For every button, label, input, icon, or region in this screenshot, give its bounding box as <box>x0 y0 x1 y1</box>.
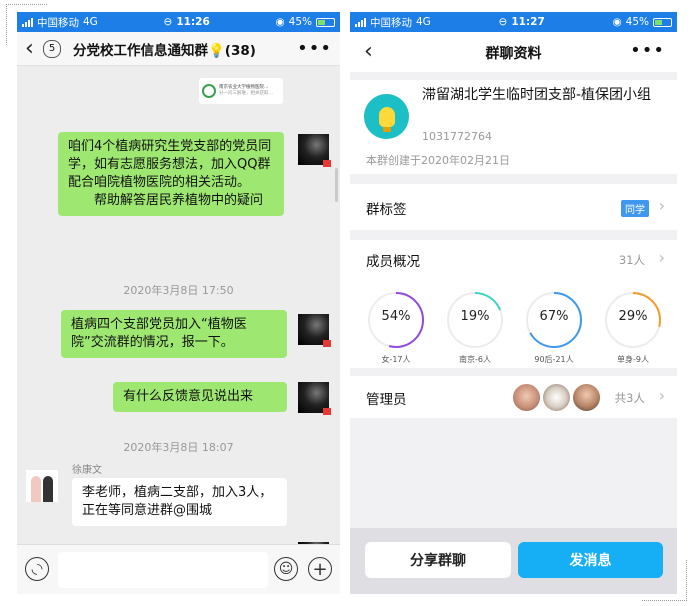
group-info-card[interactable]: 滞留湖北学生临时团支部-植保团小组 1031772764 本群创建于2020年0… <box>350 80 677 174</box>
flag-icon <box>323 160 331 167</box>
group-created-date: 本群创建于2020年02月21日 <box>366 154 510 167</box>
share-group-button[interactable]: 分享群聊 <box>365 542 511 578</box>
stat-ring: 67% 90后-21人 <box>524 290 584 364</box>
tag-chip: 同学 <box>621 200 649 217</box>
scrollbar[interactable] <box>335 168 338 202</box>
avatar[interactable] <box>298 382 331 415</box>
avatar[interactable] <box>26 470 58 502</box>
group-id: 1031772764 <box>422 130 492 143</box>
message-bubble[interactable]: 李老师，植病二支部，加入3人，正在等同意进群@围城 <box>72 478 287 526</box>
stat-percent: 29% <box>618 309 648 324</box>
member-count: 31人 <box>618 253 645 267</box>
more-options-icon[interactable]: ••• <box>297 38 332 59</box>
chat-title: 分党校工作信息通知群💡(38) <box>73 42 256 59</box>
battery-percent: 45% <box>288 16 312 28</box>
stat-ring: 54% 女-17人 <box>366 290 426 364</box>
signal-icon <box>355 17 366 27</box>
link-icon: ⊖ <box>498 16 508 28</box>
group-tags-row[interactable]: 群标签 同学 › <box>350 184 677 230</box>
stat-ring: 19% 南京-6人 <box>445 290 505 364</box>
chevron-right-icon: › <box>658 386 665 405</box>
admin-avatar <box>542 383 571 412</box>
action-bar: 分享群聊 发消息 <box>350 528 677 594</box>
status-bar: 中国移动 4G ⊖ 11:26 ◉ 45% <box>17 12 340 32</box>
network-type: 4G <box>416 16 431 28</box>
stat-caption: 女-17人 <box>381 355 411 364</box>
admin-count: 共3人 <box>614 391 645 405</box>
network-type: 4G <box>83 16 98 28</box>
link-card-desc: 分一问三解难，相关获取… <box>219 91 273 96</box>
clock: 11:26 <box>176 16 210 28</box>
chat-screen: 中国移动 4G ⊖ 11:26 ◉ 45% ‹ 5 分党校工作信息通知群💡(38… <box>17 12 340 594</box>
sender-name: 徐康文 <box>72 465 102 476</box>
clock: 11:27 <box>511 16 545 28</box>
group-profile-screen: 中国移动 4G ⊖ 11:27 ◉ 45% ‹ 群聊资料 ••• 滞留湖北学生临… <box>350 12 677 594</box>
person-icon <box>31 476 41 502</box>
carrier: 中国移动 <box>37 16 79 29</box>
unread-count-badge[interactable]: 5 <box>43 39 61 58</box>
add-icon[interactable]: + <box>308 557 332 581</box>
group-name: 滞留湖北学生临时团支部-植保团小组 <box>422 87 652 103</box>
lock-rotation-icon: ◉ <box>612 16 622 28</box>
flag-icon <box>323 408 331 415</box>
stat-percent: 19% <box>460 309 490 324</box>
chevron-right-icon: › <box>658 248 665 267</box>
flag-icon <box>323 340 331 347</box>
avatar[interactable] <box>298 134 331 167</box>
member-overview[interactable]: 成员概况 31人 › 54% 女-17人 19% 南京-6人 67% 90后-2… <box>350 240 677 368</box>
message-bubble[interactable]: 植病四个支部党员加入“植物医院”交流群的情况，报一下。 <box>61 310 287 358</box>
message-timestamp: 2020年3月8日 18:07 <box>123 441 234 454</box>
voice-icon[interactable]: ◟◝ <box>25 557 49 581</box>
battery-icon <box>653 17 672 27</box>
stat-ring: 29% 单身-9人 <box>603 290 663 364</box>
page-title: 群聊资料 <box>485 46 542 62</box>
group-avatar <box>364 94 409 139</box>
message-list[interactable]: 南京农业大学植物医院… 分一问三解难，相关获取… 咱们4个植病研究生党支部的党员… <box>17 66 340 552</box>
emoji-icon[interactable]: ☺ <box>274 557 298 581</box>
member-overview-label: 成员概况 <box>366 254 420 270</box>
send-message-button[interactable]: 发消息 <box>518 542 663 578</box>
chat-input-bar: ◟◝ ☺ + <box>17 544 340 594</box>
message-bubble[interactable]: 有什么反馈意见说出来 <box>113 382 287 412</box>
admins-label: 管理员 <box>366 392 407 408</box>
battery-icon <box>316 17 335 27</box>
group-tags-label: 群标签 <box>366 202 407 218</box>
status-bar: 中国移动 4G ⊖ 11:27 ◉ 45% <box>350 12 677 32</box>
stat-percent: 67% <box>539 309 569 324</box>
stat-caption: 90后-21人 <box>534 355 574 364</box>
link-icon: ⊖ <box>163 16 173 28</box>
message-bubble[interactable]: 咱们4个植病研究生党支部的党员同学，如有志愿服务想法，加入QQ群配合咱院植物医院… <box>58 132 284 216</box>
stat-percent: 54% <box>381 309 411 324</box>
chat-header: ‹ 5 分党校工作信息通知群💡(38) ••• <box>17 32 340 66</box>
carrier: 中国移动 <box>370 16 412 29</box>
back-arrow-icon[interactable]: ‹ <box>25 37 39 60</box>
admin-avatar <box>572 383 601 412</box>
avatar[interactable] <box>298 314 331 347</box>
profile-header: ‹ 群聊资料 ••• <box>350 32 677 72</box>
signal-icon <box>22 17 33 27</box>
message-timestamp: 2020年3月8日 17:50 <box>123 284 234 297</box>
lock-rotation-icon: ◉ <box>275 16 285 28</box>
lightbulb-icon <box>378 106 395 132</box>
stat-caption: 单身-9人 <box>617 355 649 364</box>
person-icon <box>43 476 53 502</box>
battery-percent: 45% <box>625 16 649 28</box>
stat-caption: 南京-6人 <box>459 355 491 364</box>
more-options-icon[interactable]: ••• <box>630 40 665 61</box>
university-logo-icon <box>202 84 216 98</box>
shared-link-card[interactable]: 南京农业大学植物医院… 分一问三解难，相关获取… <box>199 78 283 104</box>
admin-avatar <box>512 383 541 412</box>
admins-row[interactable]: 管理员 共3人 › <box>350 376 677 418</box>
message-input[interactable] <box>58 552 268 588</box>
chevron-right-icon: › <box>658 196 665 215</box>
